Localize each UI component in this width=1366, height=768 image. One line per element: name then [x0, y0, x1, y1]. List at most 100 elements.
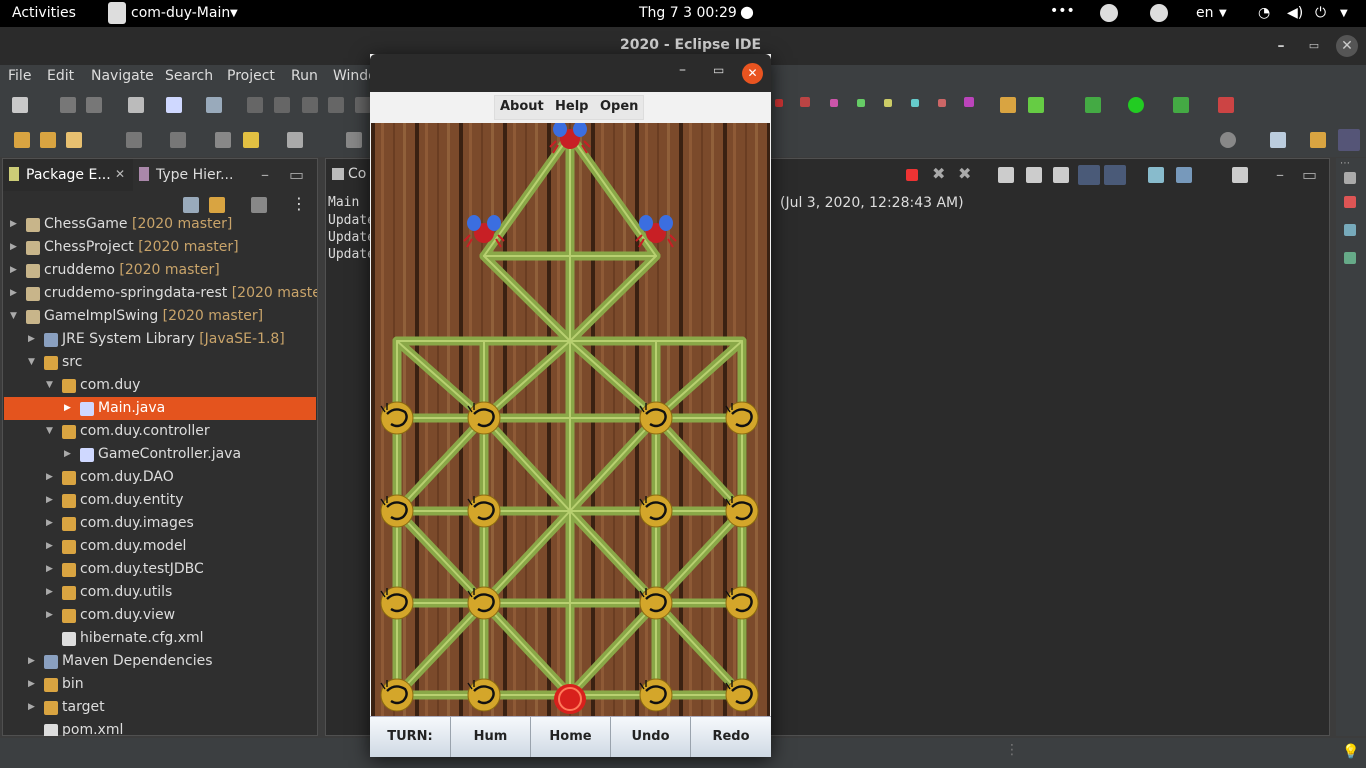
- show-stdout-icon[interactable]: [1078, 165, 1100, 185]
- task-icon[interactable]: [1344, 252, 1356, 264]
- collapsed-twisty-icon[interactable]: ▶: [46, 466, 56, 489]
- tray-globe-icon[interactable]: [1150, 4, 1168, 22]
- debug-marker-icon[interactable]: [775, 99, 783, 107]
- forward-icon[interactable]: [287, 132, 303, 148]
- expanded-twisty-icon[interactable]: ▼: [10, 305, 20, 328]
- suspend-icon[interactable]: [274, 97, 290, 113]
- open-folder-icon[interactable]: [14, 132, 30, 148]
- view-menu-icon[interactable]: ⋮: [291, 194, 307, 213]
- collapsed-twisty-icon[interactable]: ▶: [28, 328, 38, 351]
- maximize-button[interactable]: ▭: [1303, 35, 1325, 57]
- shrimp-piece[interactable]: [639, 586, 673, 620]
- tree-item[interactable]: ▶ com.duy.view: [4, 604, 316, 627]
- collapsed-twisty-icon[interactable]: ▶: [10, 282, 20, 305]
- terminal-icon[interactable]: [166, 97, 182, 113]
- shrimp-piece[interactable]: [639, 401, 673, 435]
- tree-item[interactable]: ▶ GameController.java: [4, 443, 316, 466]
- annotation-icon[interactable]: [170, 132, 186, 148]
- menu-run[interactable]: Run: [291, 68, 318, 84]
- volume-icon[interactable]: ◀): [1287, 5, 1303, 21]
- close-icon[interactable]: ✕: [115, 167, 125, 181]
- shrimp-piece[interactable]: [725, 678, 759, 712]
- close-button[interactable]: ✕: [742, 63, 763, 84]
- outline-icon[interactable]: [1344, 224, 1356, 236]
- menu-edit[interactable]: Edit: [47, 68, 74, 84]
- debug-icon[interactable]: [1085, 97, 1101, 113]
- remove-icon[interactable]: [800, 97, 810, 107]
- tree-item[interactable]: ▶ com.duy.model: [4, 535, 316, 558]
- tree-item[interactable]: ▶ Main.java: [4, 397, 316, 420]
- collapsed-twisty-icon[interactable]: ▶: [10, 259, 20, 282]
- display-console-icon[interactable]: [1176, 167, 1192, 183]
- tree-item[interactable]: ▼ com.duy: [4, 374, 316, 397]
- collapsed-twisty-icon[interactable]: ▶: [46, 581, 56, 604]
- run-icon[interactable]: [1128, 97, 1144, 113]
- folder-icon[interactable]: [40, 132, 56, 148]
- tree-item[interactable]: ▶ cruddemo-springdata-rest [2020 master]: [4, 282, 317, 305]
- tree-item[interactable]: ▼ GameImplSwing [2020 master]: [4, 305, 316, 328]
- collapsed-twisty-icon[interactable]: ▶: [28, 650, 38, 673]
- java-perspective-icon[interactable]: [1338, 129, 1360, 151]
- tree-item[interactable]: ▶ com.duy.DAO: [4, 466, 316, 489]
- shrimp-piece[interactable]: [725, 494, 759, 528]
- step-into-icon[interactable]: [355, 97, 371, 113]
- tab-console[interactable]: Co: [326, 159, 370, 191]
- tree-item[interactable]: ▶ cruddemo [2020 master]: [4, 259, 316, 282]
- lightbulb-icon[interactable]: 💡: [1342, 744, 1359, 760]
- console-view-icon[interactable]: [128, 97, 144, 113]
- shrimp-piece[interactable]: [467, 678, 501, 712]
- tree-item[interactable]: ▶ bin: [4, 673, 316, 696]
- search-icon[interactable]: [1220, 132, 1236, 148]
- menu-navigate[interactable]: Navigate: [91, 68, 154, 84]
- tree-item[interactable]: ▶ com.duy.testJDBC: [4, 558, 316, 581]
- hum-button[interactable]: Hum: [451, 717, 531, 757]
- annotation-icon[interactable]: [126, 132, 142, 148]
- pin-icon[interactable]: [346, 132, 362, 148]
- link-editor-icon[interactable]: [209, 197, 225, 213]
- language-selector[interactable]: en: [1196, 5, 1214, 21]
- tree-item[interactable]: ▶ ChessProject [2020 master]: [4, 236, 316, 259]
- back-icon[interactable]: [215, 132, 231, 148]
- marker-icon[interactable]: [911, 99, 919, 107]
- collapsed-twisty-icon[interactable]: ▶: [46, 512, 56, 535]
- trim-handle[interactable]: ⋯: [1340, 158, 1350, 169]
- more-icon[interactable]: •••: [1050, 3, 1075, 19]
- prev-edit-icon[interactable]: [243, 132, 259, 148]
- maximize-icon[interactable]: ▭: [1302, 165, 1317, 184]
- collapse-all-icon[interactable]: [183, 197, 199, 213]
- collapsed-twisty-icon[interactable]: ▶: [46, 489, 56, 512]
- expanded-twisty-icon[interactable]: ▼: [28, 351, 38, 374]
- resume-icon[interactable]: [247, 97, 263, 113]
- terminate-icon[interactable]: [302, 97, 318, 113]
- new-icon[interactable]: [12, 97, 28, 113]
- menu-search[interactable]: Search: [165, 68, 213, 84]
- marker-icon[interactable]: [884, 99, 892, 107]
- menu-help[interactable]: Help: [555, 99, 588, 114]
- perspective-icon[interactable]: [1270, 132, 1286, 148]
- shrimp-piece[interactable]: [725, 586, 759, 620]
- maximize-button[interactable]: ▭: [713, 63, 724, 77]
- open-type-icon[interactable]: [1000, 97, 1016, 113]
- tree-item[interactable]: ▼ src: [4, 351, 316, 374]
- minimize-icon[interactable]: –: [1276, 165, 1284, 184]
- collapsed-twisty-icon[interactable]: ▶: [28, 673, 38, 696]
- show-stderr-icon[interactable]: [1104, 165, 1126, 185]
- undo-button[interactable]: Undo: [611, 717, 691, 757]
- shrimp-piece[interactable]: [380, 401, 414, 435]
- shrimp-piece[interactable]: [467, 401, 501, 435]
- tree-item[interactable]: ▶ com.duy.utils: [4, 581, 316, 604]
- marker-icon[interactable]: [938, 99, 946, 107]
- game-board[interactable]: [371, 123, 770, 716]
- menu-about[interactable]: About: [500, 99, 544, 114]
- remove-all-icon[interactable]: ✖: [958, 164, 971, 183]
- home-button[interactable]: Home: [531, 717, 611, 757]
- terminate-icon[interactable]: [906, 169, 918, 181]
- save-all-icon[interactable]: [86, 97, 102, 113]
- wifi-icon[interactable]: ◔: [1258, 5, 1270, 21]
- collapsed-twisty-icon[interactable]: ▶: [46, 604, 56, 627]
- problems-icon[interactable]: [1344, 196, 1356, 208]
- pin-console-icon[interactable]: [1148, 167, 1164, 183]
- save-icon[interactable]: [60, 97, 76, 113]
- tree-item[interactable]: ▶ Maven Dependencies: [4, 650, 316, 673]
- power-icon[interactable]: ⏻: [1315, 5, 1326, 21]
